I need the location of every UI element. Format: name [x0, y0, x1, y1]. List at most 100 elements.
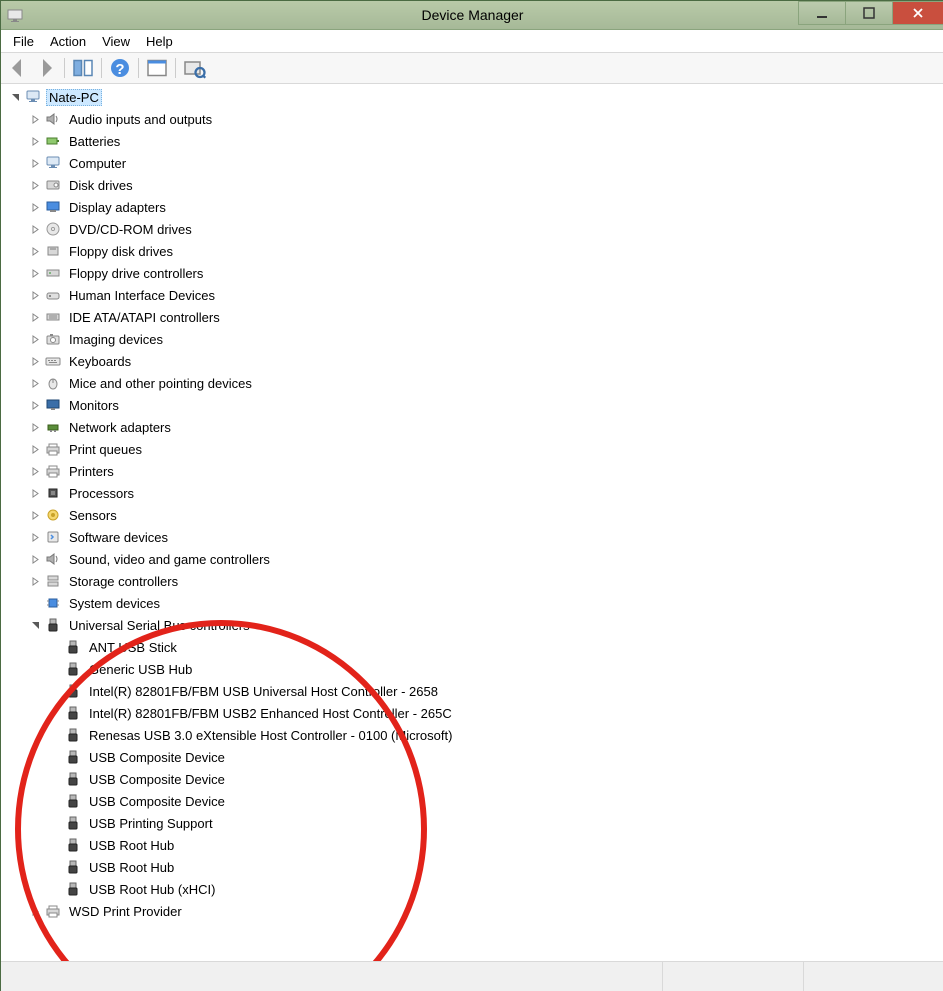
tree-item-keyboards[interactable]: Keyboards: [66, 353, 134, 370]
tree-item-hid[interactable]: Human Interface Devices: [66, 287, 218, 304]
floppy-icon: [44, 242, 62, 260]
tree-item-usb-child-1[interactable]: Generic USB Hub: [86, 661, 195, 678]
maximize-button[interactable]: [845, 1, 893, 25]
expander-icon[interactable]: [29, 113, 41, 125]
tree-view[interactable]: Nate-PC Audio inputs and outputs Batteries…: [1, 84, 943, 961]
tree-item-usb-child-6[interactable]: USB Composite Device: [86, 771, 228, 788]
status-cell: [804, 962, 943, 991]
tree-item-usb-child-4[interactable]: Renesas USB 3.0 eXtensible Host Controll…: [86, 727, 455, 744]
keyboard-icon: [44, 352, 62, 370]
menu-help[interactable]: Help: [138, 32, 181, 51]
tree-item-ide[interactable]: IDE ATA/ATAPI controllers: [66, 309, 223, 326]
close-button[interactable]: [892, 1, 943, 25]
toolbar-separator: [101, 58, 102, 78]
tree-item-software[interactable]: Software devices: [66, 529, 171, 546]
expander-icon[interactable]: [29, 399, 41, 411]
expander-icon[interactable]: [29, 135, 41, 147]
menu-file[interactable]: File: [5, 32, 42, 51]
tree-item-storage[interactable]: Storage controllers: [66, 573, 181, 590]
tree-item-floppy[interactable]: Floppy disk drives: [66, 243, 176, 260]
tree-item-usb-child-5[interactable]: USB Composite Device: [86, 749, 228, 766]
expander-icon: [49, 685, 61, 697]
toolbar-separator: [175, 58, 176, 78]
tree-item-imaging[interactable]: Imaging devices: [66, 331, 166, 348]
expander-icon: [29, 597, 41, 609]
status-bar: [1, 961, 943, 991]
usb-icon: [64, 770, 82, 788]
scan-hardware-button[interactable]: [181, 55, 207, 81]
optical-icon: [44, 220, 62, 238]
expander-icon[interactable]: [29, 355, 41, 367]
expander-icon[interactable]: [29, 575, 41, 587]
expander-icon[interactable]: [29, 421, 41, 433]
expander-icon[interactable]: [29, 179, 41, 191]
forward-button[interactable]: [33, 55, 59, 81]
speaker-icon: [44, 110, 62, 128]
tree-item-usb-child-8[interactable]: USB Printing Support: [86, 815, 216, 832]
battery-icon: [44, 132, 62, 150]
tree-item-mice[interactable]: Mice and other pointing devices: [66, 375, 255, 392]
tree-item-usb-child-7[interactable]: USB Composite Device: [86, 793, 228, 810]
tree-item-root[interactable]: Nate-PC: [46, 89, 102, 106]
expander-icon[interactable]: [29, 201, 41, 213]
tree-item-printq[interactable]: Print queues: [66, 441, 145, 458]
device-manager-window: Device Manager File Action View Help ? N…: [0, 0, 943, 991]
tree-item-usb-child-3[interactable]: Intel(R) 82801FB/FBM USB2 Enhanced Host …: [86, 705, 455, 722]
expander-icon[interactable]: [29, 333, 41, 345]
tree-item-network[interactable]: Network adapters: [66, 419, 174, 436]
tree-item-usb-child-2[interactable]: Intel(R) 82801FB/FBM USB Universal Host …: [86, 683, 441, 700]
tree-item-processors[interactable]: Processors: [66, 485, 137, 502]
expander-icon[interactable]: [29, 289, 41, 301]
expander-icon[interactable]: [29, 311, 41, 323]
expander-icon[interactable]: [29, 443, 41, 455]
expander-icon[interactable]: [29, 377, 41, 389]
tree-item-usb-child-10[interactable]: USB Root Hub: [86, 859, 177, 876]
expander-icon[interactable]: [29, 553, 41, 565]
expander-icon[interactable]: [29, 531, 41, 543]
menu-action[interactable]: Action: [42, 32, 94, 51]
computer-icon: [44, 154, 62, 172]
properties-button[interactable]: [144, 55, 170, 81]
tree-item-system[interactable]: System devices: [66, 595, 163, 612]
status-cell: [663, 962, 804, 991]
tree-item-usb-child-11[interactable]: USB Root Hub (xHCI): [86, 881, 218, 898]
tree-item-monitors[interactable]: Monitors: [66, 397, 122, 414]
show-hide-console-button[interactable]: [70, 55, 96, 81]
help-button[interactable]: ?: [107, 55, 133, 81]
tree-item-sound[interactable]: Sound, video and game controllers: [66, 551, 273, 568]
disk-icon: [44, 176, 62, 194]
tree-item-dvd[interactable]: DVD/CD-ROM drives: [66, 221, 195, 238]
expander-icon[interactable]: [29, 487, 41, 499]
expander-icon[interactable]: [29, 157, 41, 169]
expander-icon[interactable]: [29, 223, 41, 235]
usb-icon: [64, 748, 82, 766]
tree-item-display[interactable]: Display adapters: [66, 199, 169, 216]
expander-icon[interactable]: [29, 619, 41, 631]
tree-item-usb-child-9[interactable]: USB Root Hub: [86, 837, 177, 854]
tree-item-audio[interactable]: Audio inputs and outputs: [66, 111, 215, 128]
expander-icon[interactable]: [29, 465, 41, 477]
network-icon: [44, 418, 62, 436]
tree-item-sensors[interactable]: Sensors: [66, 507, 120, 524]
camera-icon: [44, 330, 62, 348]
tree-item-wsd[interactable]: WSD Print Provider: [66, 903, 185, 920]
printer-icon: [44, 462, 62, 480]
minimize-button[interactable]: [798, 1, 846, 25]
expander-icon[interactable]: [9, 91, 21, 103]
expander-icon[interactable]: [29, 905, 41, 917]
title-bar[interactable]: Device Manager: [1, 1, 943, 30]
back-button[interactable]: [5, 55, 31, 81]
tree-item-floppyctrl[interactable]: Floppy drive controllers: [66, 265, 206, 282]
tree-item-computer[interactable]: Computer: [66, 155, 129, 172]
tree-item-printers[interactable]: Printers: [66, 463, 117, 480]
tree-item-batteries[interactable]: Batteries: [66, 133, 123, 150]
menu-view[interactable]: View: [94, 32, 138, 51]
tree-item-disk[interactable]: Disk drives: [66, 177, 136, 194]
monitor-icon: [44, 396, 62, 414]
tree-item-usb[interactable]: Universal Serial Bus controllers: [66, 617, 253, 634]
expander-icon[interactable]: [29, 245, 41, 257]
expander-icon[interactable]: [29, 267, 41, 279]
usb-icon: [64, 704, 82, 722]
tree-item-usb-child-0[interactable]: ANT USB Stick: [86, 639, 180, 656]
expander-icon[interactable]: [29, 509, 41, 521]
